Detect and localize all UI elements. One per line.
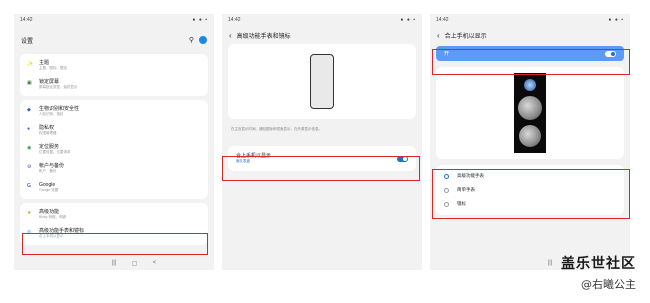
status-bar: 14:42 ● ● ▪ bbox=[430, 14, 630, 26]
page-title: 设置 bbox=[21, 38, 34, 45]
settings-item-google[interactable]: G Google Google 设置 bbox=[20, 178, 208, 197]
close-to-display-toggle[interactable] bbox=[397, 155, 408, 162]
settings-item-lock-screen[interactable]: ▣ 锁定屏幕 屏幕锁定类型、始终显示 bbox=[20, 75, 208, 94]
back-icon[interactable]: < bbox=[153, 260, 157, 266]
setting-value: 面孔表盘 bbox=[236, 159, 250, 163]
close-to-display-setting[interactable]: 合上手机以显示 面孔表盘 bbox=[228, 146, 416, 171]
settings-group-display: ✨ 主题 主题、图标、壁纸 ▣ 锁定屏幕 屏幕锁定类型、始终显示 bbox=[20, 54, 208, 96]
device-illustration bbox=[228, 44, 416, 119]
settings-header: 设置 ⚲ bbox=[14, 26, 214, 54]
settings-item-sub: Bixby 例程、侧键 bbox=[39, 215, 67, 219]
master-switch-bar[interactable]: 开 bbox=[436, 46, 624, 61]
page-title: 合上手机以显示 bbox=[444, 33, 487, 40]
gear-icon bbox=[518, 95, 542, 120]
settings-item-biometrics[interactable]: ◆ 生物识别和安全性 人脸识别、指纹 bbox=[20, 102, 208, 121]
close-to-display-screen: 14:42 ● ● ▪ ‹ 合上手机以显示 开 高级功能手表 简单手表 镜标 |… bbox=[430, 14, 630, 270]
watermark-brand: 盖乐世社区 bbox=[561, 256, 636, 272]
settings-item-watch-and-cover[interactable]: ◎ 高级功能手表和镜标 合上手机以显示 bbox=[20, 224, 208, 243]
settings-item-sub: Google 设置 bbox=[39, 188, 59, 192]
settings-item-sub: 屏幕锁定类型、始终显示 bbox=[39, 85, 78, 89]
settings-item-sub: 合上手机以显示 bbox=[39, 234, 64, 238]
status-bar: 14:42 ● ● ▪ bbox=[222, 14, 422, 26]
watch-style-options: 高级功能手表 简单手表 镜标 bbox=[436, 165, 624, 215]
page-header: ‹ 合上手机以显示 bbox=[430, 26, 630, 44]
settings-item-sub: 位置设置、位置请求 bbox=[39, 150, 71, 154]
star-icon: ★ bbox=[27, 210, 32, 216]
settings-item-accounts[interactable]: ⚙ 帐户与备份 帐户、备份 bbox=[20, 159, 208, 178]
status-bar: 14:42 ● ● ▪ bbox=[14, 14, 214, 26]
master-switch-label: 开 bbox=[444, 51, 450, 57]
watch-cover-screen: 14:42 ● ● ▪ ‹ 高级功能手表和镜标 在主页显示时间、通知图标和镜面显… bbox=[222, 14, 422, 270]
option-mirror[interactable]: 镜标 bbox=[436, 197, 624, 211]
option-label: 高级功能手表 bbox=[457, 173, 484, 178]
status-time: 14:42 bbox=[436, 17, 449, 23]
settings-item-themes[interactable]: ✨ 主题 主题、图标、壁纸 bbox=[20, 56, 208, 75]
page-title: 高级功能手表和镜标 bbox=[236, 33, 291, 40]
option-advanced-watch[interactable]: 高级功能手表 bbox=[436, 169, 624, 183]
shield-icon: ◆ bbox=[27, 107, 31, 113]
recent-apps-icon[interactable]: ||| bbox=[548, 260, 553, 266]
profile-avatar-icon[interactable] bbox=[199, 36, 207, 44]
status-icons: ● ● ▪ bbox=[608, 17, 624, 23]
feature-description: 在主页显示时间、通知图标和镜面显示。在外屏显示信息。 bbox=[231, 127, 322, 131]
back-arrow-icon[interactable]: ‹ bbox=[229, 31, 232, 40]
settings-item-sub: 主题、图标、壁纸 bbox=[39, 66, 67, 70]
status-time: 14:42 bbox=[20, 17, 33, 23]
status-icons: ● ● ▪ bbox=[400, 17, 416, 23]
status-time: 14:42 bbox=[228, 17, 241, 23]
search-icon[interactable]: ⚲ bbox=[189, 36, 194, 44]
settings-item-sub: 帐户、备份 bbox=[39, 169, 57, 173]
status-icons: ● ● ▪ bbox=[192, 17, 208, 23]
option-label: 简单手表 bbox=[457, 187, 475, 192]
option-simple-watch[interactable]: 简单手表 bbox=[436, 183, 624, 197]
settings-group-security: ◆ 生物识别和安全性 人脸识别、指纹 ● 隐私权 权限管理器 ◉ 定位服务 位置设置、… bbox=[20, 100, 208, 199]
lock-screen-icon: ▣ bbox=[27, 80, 32, 86]
gear-icon bbox=[524, 78, 536, 91]
recent-apps-icon[interactable]: ||| bbox=[112, 260, 117, 266]
option-label: 镜标 bbox=[457, 201, 466, 206]
master-switch-toggle[interactable] bbox=[605, 50, 616, 57]
brush-icon: ✨ bbox=[27, 61, 34, 67]
location-pin-icon: ◉ bbox=[27, 145, 32, 151]
radio-selected-icon[interactable] bbox=[444, 173, 449, 179]
watch-face-image bbox=[514, 73, 546, 153]
radio-icon[interactable] bbox=[444, 201, 449, 207]
watch-icon: ◎ bbox=[27, 229, 32, 235]
settings-item-privacy[interactable]: ● 隐私权 权限管理器 bbox=[20, 121, 208, 140]
privacy-icon: ● bbox=[27, 126, 31, 132]
settings-screen: 14:42 ● ● ▪ 设置 ⚲ ✨ 主题 主题、图标、壁纸 ▣ 锁定屏幕 屏幕锁定… bbox=[14, 14, 214, 270]
gear-icon bbox=[519, 125, 541, 148]
nav-bar: ||| ▢ < bbox=[14, 256, 214, 270]
settings-item-location[interactable]: ◉ 定位服务 位置设置、位置请求 bbox=[20, 140, 208, 159]
google-icon: G bbox=[27, 183, 31, 189]
settings-item-sub: 人脸识别、指纹 bbox=[39, 112, 64, 116]
settings-item-sub: 权限管理器 bbox=[39, 131, 57, 135]
folded-phone-illustration bbox=[310, 54, 334, 109]
radio-icon[interactable] bbox=[444, 187, 449, 193]
settings-item-advanced-features[interactable]: ★ 高级功能 Bixby 例程、侧键 bbox=[20, 205, 208, 224]
page-header: ‹ 高级功能手表和镜标 bbox=[222, 26, 422, 44]
key-icon: ⚙ bbox=[27, 164, 32, 170]
watermark-author: @右曦公主 bbox=[581, 278, 636, 291]
back-arrow-icon[interactable]: ‹ bbox=[437, 31, 440, 40]
home-icon[interactable]: ▢ bbox=[132, 260, 138, 267]
watch-face-preview bbox=[436, 67, 624, 159]
settings-group-advanced: ★ 高级功能 Bixby 例程、侧键 ◎ 高级功能手表和镜标 合上手机以显示 bbox=[20, 203, 208, 245]
